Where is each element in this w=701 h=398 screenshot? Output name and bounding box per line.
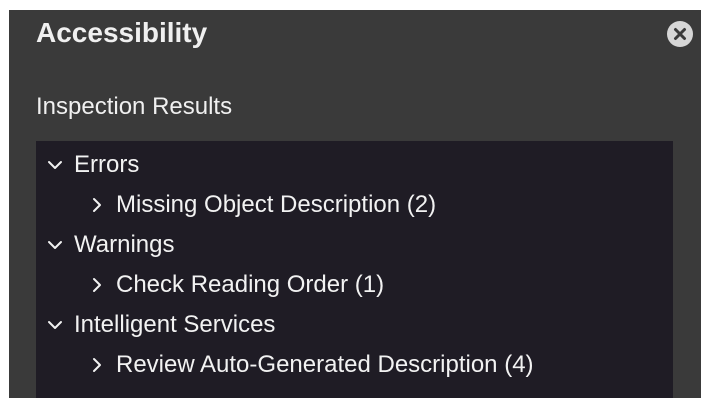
tree-item-label: Missing Object Description (2) — [116, 191, 437, 218]
panel-title: Accessibility — [36, 17, 208, 48]
tree-item-label: Check Reading Order (1) — [116, 271, 385, 298]
chevron-right-icon — [93, 198, 101, 212]
tree-group-label: Intelligent Services — [74, 311, 276, 338]
chevron-down-icon — [48, 161, 62, 169]
tree-item-label: Review Auto-Generated Description (4) — [116, 351, 534, 378]
close-button[interactable] — [667, 21, 693, 47]
chevron-down-icon — [48, 241, 62, 249]
tree-item-missing-object-description[interactable]: Missing Object Description (2) — [88, 185, 436, 225]
close-icon — [674, 28, 686, 40]
chevron-right-icon — [93, 358, 101, 372]
accessibility-panel: Accessibility Inspection Results Errors … — [9, 10, 701, 398]
chevron-down-icon — [48, 321, 62, 329]
tree-group-intelligent-services[interactable]: Intelligent Services — [46, 305, 275, 345]
tree-group-warnings[interactable]: Warnings — [46, 225, 174, 265]
inspection-results-tree: Errors Missing Object Description (2) Wa… — [36, 141, 673, 398]
tree-group-label: Warnings — [74, 231, 175, 258]
inspection-results-heading: Inspection Results — [36, 93, 233, 120]
tree-group-errors[interactable]: Errors — [46, 145, 139, 185]
tree-group-label: Errors — [74, 151, 140, 178]
tree-item-review-auto-generated-description[interactable]: Review Auto-Generated Description (4) — [88, 345, 534, 385]
chevron-right-icon — [93, 278, 101, 292]
tree-item-check-reading-order[interactable]: Check Reading Order (1) — [88, 265, 384, 305]
